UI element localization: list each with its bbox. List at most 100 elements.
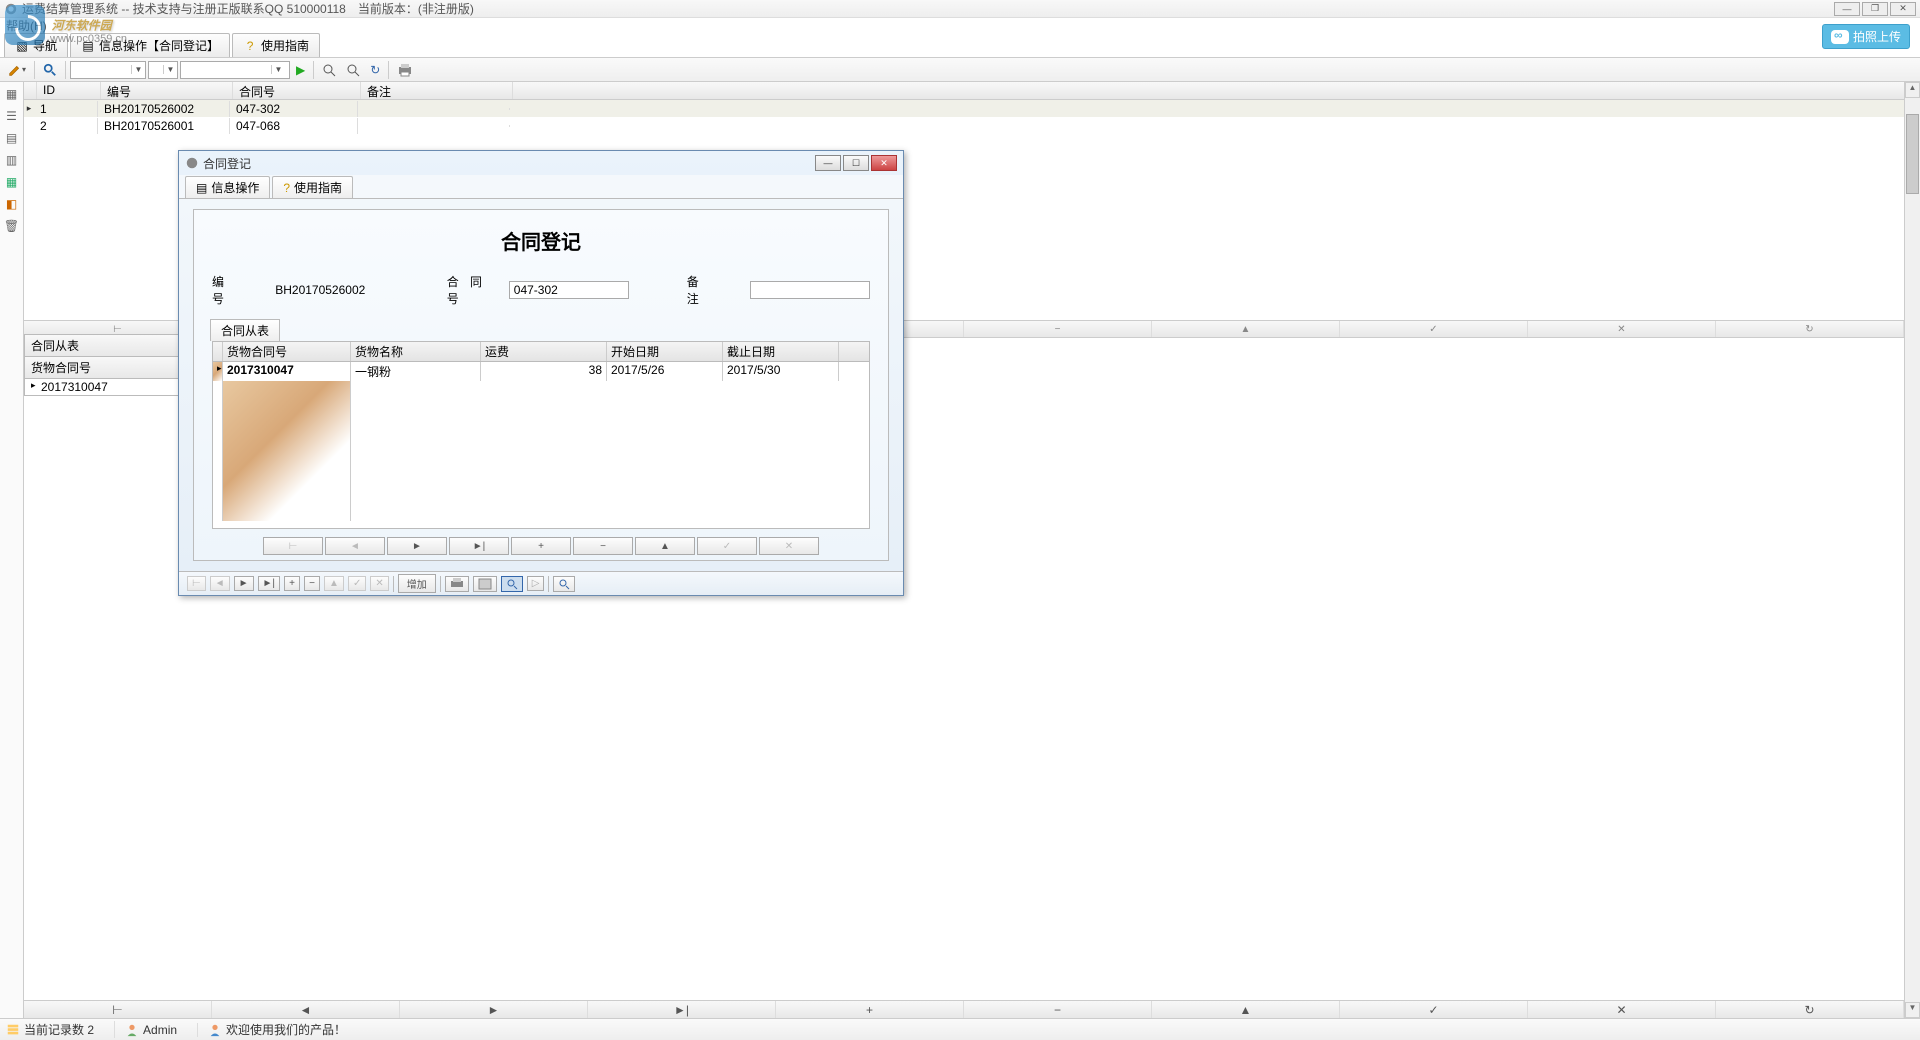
bnav-refresh[interactable]: ↻ [1716, 1001, 1904, 1018]
upload-button[interactable]: 拍照上传 [1822, 24, 1910, 49]
f-zoom[interactable] [501, 576, 523, 592]
print-button[interactable] [393, 61, 417, 79]
dnav-plus[interactable]: + [511, 537, 571, 555]
app-icon [4, 2, 18, 16]
sg-h2[interactable]: 货物名称 [351, 342, 481, 361]
menu-help[interactable]: 帮助(H) [6, 17, 47, 34]
cell-bh: BH20170526002 [98, 101, 230, 117]
side-icon-4[interactable]: ▥ [2, 150, 22, 170]
refresh-button[interactable]: ↻ [366, 61, 384, 79]
side-icon-5[interactable]: ▦ [2, 172, 22, 192]
statusbar: 当前记录数 2 Admin 欢迎使用我们的产品！ [0, 1018, 1920, 1040]
bnav-last[interactable]: ►| [588, 1001, 776, 1018]
subgrid-row[interactable]: ▸ 2017310047 一钢粉 38 2017/5/26 2017/5/30 [213, 362, 869, 381]
tab-nav[interactable]: ▧ 导航 [4, 33, 68, 57]
nav-cancel[interactable]: ✕ [1528, 321, 1716, 337]
f-zoom2[interactable] [553, 576, 575, 592]
f-print[interactable] [445, 576, 469, 592]
sg-h4[interactable]: 开始日期 [607, 342, 723, 361]
side-icon-1[interactable]: ▦ [2, 84, 22, 104]
cell-hth: 047-068 [230, 118, 358, 134]
dnav-ok[interactable]: ✓ [697, 537, 757, 555]
side-icon-3[interactable]: ▤ [2, 128, 22, 148]
f-prev[interactable]: ◄ [210, 576, 230, 591]
dnav-prev[interactable]: ◄ [325, 537, 385, 555]
dialog-tab-guide[interactable]: ? 使用指南 [272, 176, 353, 198]
zoom-button[interactable] [318, 61, 340, 79]
col-bh[interactable]: 编号 [101, 82, 233, 99]
hth-input[interactable] [509, 281, 629, 299]
edit-button[interactable]: ▾ [4, 61, 30, 79]
bnav-add[interactable]: + [776, 1001, 964, 1018]
bnav-cancel[interactable]: ✕ [1528, 1001, 1716, 1018]
dnav-last[interactable]: ►| [449, 537, 509, 555]
sub-panel: 合同从表 货物合同号 ▸ 2017310047 [24, 334, 184, 396]
dnav-minus[interactable]: − [573, 537, 633, 555]
bz-input[interactable] [750, 281, 870, 299]
nav-up[interactable]: ▲ [1152, 321, 1340, 337]
run-button[interactable]: ▶ [292, 61, 309, 79]
filter-field-combo[interactable]: ▼ [70, 61, 146, 79]
f-next[interactable]: ► [234, 576, 254, 591]
f-add[interactable]: 增加 [398, 574, 436, 593]
nav-refresh[interactable]: ↻ [1716, 321, 1904, 337]
table-row[interactable]: ▸ 1 BH20170526002 047-302 [24, 100, 1920, 117]
f-last[interactable]: ►| [258, 576, 281, 591]
tab-guide[interactable]: ? 使用指南 [232, 33, 320, 57]
sg-h1[interactable]: 货物合同号 [223, 342, 351, 361]
bnav-ok[interactable]: ✓ [1340, 1001, 1528, 1018]
f-first[interactable]: ⊢ [187, 576, 206, 591]
f-preview[interactable] [473, 576, 497, 592]
sub-panel-title: 合同从表 [24, 334, 184, 357]
f-play[interactable]: ▷ [527, 576, 545, 591]
side-icon-7[interactable]: 🗑 [2, 216, 22, 236]
dialog-subtab[interactable]: 合同从表 [210, 319, 280, 341]
dialog-minimize-button[interactable]: — [815, 155, 841, 171]
status-user: Admin [143, 1023, 177, 1037]
dnav-play[interactable]: ► [387, 537, 447, 555]
bnav-up[interactable]: ▲ [1152, 1001, 1340, 1018]
dnav-up[interactable]: ▲ [635, 537, 695, 555]
dialog-close-button[interactable]: ✕ [871, 155, 897, 171]
filter-op-combo[interactable]: ▼ [148, 61, 178, 79]
bnav-first[interactable]: ⊢ [24, 1001, 212, 1018]
col-id[interactable]: ID [37, 82, 101, 99]
f-cancel[interactable]: ✕ [370, 576, 388, 591]
sg-h5[interactable]: 截止日期 [723, 342, 839, 361]
f-ok[interactable]: ✓ [348, 576, 366, 591]
f-plus[interactable]: + [284, 576, 300, 591]
minimize-button[interactable]: — [1834, 2, 1860, 16]
dialog-tab-info[interactable]: ▤ 信息操作 [185, 176, 270, 198]
bnav-next[interactable]: ► [400, 1001, 588, 1018]
dialog-nav: ⊢ ◄ ► ►| + − ▲ ✓ ✕ [212, 537, 870, 555]
contract-dialog: 合同登记 — ☐ ✕ ▤ 信息操作 ? 使用指南 合同登记 编 号 BH2017… [178, 150, 904, 596]
close-button[interactable]: ✕ [1890, 2, 1916, 16]
side-icon-2[interactable]: ☰ [2, 106, 22, 126]
bnav-del[interactable]: − [964, 1001, 1152, 1018]
f-minus[interactable]: − [304, 576, 320, 591]
tab-nav-label: 导航 [33, 37, 57, 54]
tab-info[interactable]: ▤ 信息操作【合同登记】 [70, 33, 230, 57]
nav-ok[interactable]: ✓ [1340, 321, 1528, 337]
vertical-scrollbar[interactable]: ▲ ▼ [1904, 82, 1920, 1018]
f-up[interactable]: ▲ [324, 576, 344, 591]
side-icon-6[interactable]: ◧ [2, 194, 22, 214]
dnav-cancel[interactable]: ✕ [759, 537, 819, 555]
search-button[interactable] [39, 61, 61, 79]
nav-del[interactable]: − [964, 321, 1152, 337]
dnav-first[interactable]: ⊢ [263, 537, 323, 555]
bottom-navigator: ⊢ ◄ ► ►| + − ▲ ✓ ✕ ↻ [24, 1000, 1904, 1018]
filter-value-combo[interactable]: ▼ [180, 61, 290, 79]
bnav-prev[interactable]: ◄ [212, 1001, 400, 1018]
sub-panel-row[interactable]: ▸ 2017310047 [24, 379, 184, 396]
table-row[interactable]: 2 BH20170526001 047-068 [24, 117, 1920, 134]
sub-panel-header[interactable]: 货物合同号 [24, 357, 184, 379]
restore-button[interactable]: ❐ [1862, 2, 1888, 16]
cell-bz [358, 108, 510, 110]
dialog-maximize-button[interactable]: ☐ [843, 155, 869, 171]
sg-h3[interactable]: 运费 [481, 342, 607, 361]
sg-c4: 2017/5/26 [607, 362, 723, 381]
col-hth[interactable]: 合同号 [233, 82, 361, 99]
find-button[interactable] [342, 61, 364, 79]
col-bz[interactable]: 备注 [361, 82, 513, 99]
